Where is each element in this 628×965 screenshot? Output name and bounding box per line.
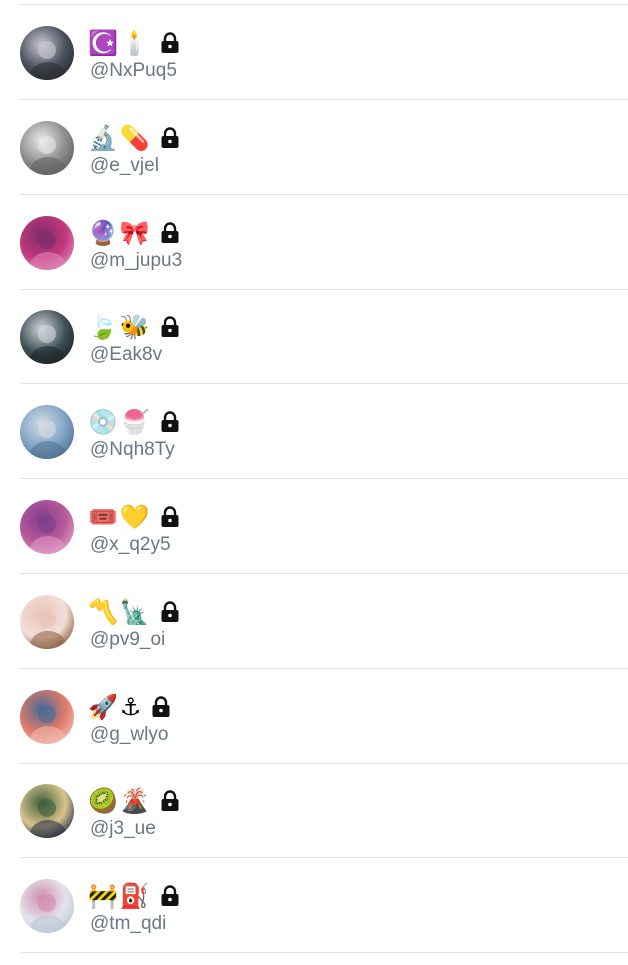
lock-icon [160, 885, 180, 907]
display-name: 〽️🗽 [88, 596, 180, 628]
display-name-emoji: 🚀⚓ [88, 692, 144, 721]
lock-icon [160, 411, 180, 433]
list-item[interactable]: 🍃🐝 @Eak8v [0, 289, 628, 385]
username-handle: @x_q2y5 [90, 534, 171, 555]
display-name-emoji: 🚧⛽ [88, 882, 152, 911]
list-item[interactable]: 🎟️💛 @x_q2y5 [0, 479, 628, 574]
lock-icon [160, 506, 180, 528]
username-handle: @Eak8v [90, 344, 163, 366]
display-name: 🥝🌋 [88, 785, 180, 817]
display-name: 🍃🐝 [88, 311, 180, 343]
display-name-emoji: 🥝🌋 [88, 787, 152, 816]
username-handle: @Nqh8Ty [90, 439, 175, 461]
lock-icon [160, 221, 180, 244]
avatar[interactable] [20, 879, 74, 934]
avatar[interactable] [20, 405, 74, 460]
list-item[interactable]: 🔬💊 @e_vjel [0, 100, 628, 195]
display-name: 🚧⛽ [88, 880, 180, 912]
list-item[interactable]: 🚧⛽ @tm_qdi [0, 858, 628, 954]
list-item[interactable]: 🔮🎀 @m_jupu3 [0, 195, 628, 290]
avatar[interactable] [20, 26, 74, 80]
display-name-emoji: 🍃🐝 [88, 313, 152, 342]
avatar[interactable] [20, 784, 74, 839]
avatar[interactable] [20, 500, 74, 554]
username-handle: @m_jupu3 [90, 249, 183, 271]
display-name-emoji: 🔬💊 [88, 123, 152, 152]
username-handle: @g_wlyo [90, 723, 169, 745]
list-item[interactable]: 〽️🗽 @pv9_oi [0, 574, 628, 669]
display-name-emoji: 🔮🎀 [88, 218, 152, 247]
username-handle: @e_vjel [90, 154, 159, 176]
display-name-emoji: 🎟️💛 [88, 503, 152, 531]
display-name-emoji: 〽️🗽 [88, 597, 152, 626]
username-handle: @tm_qdi [90, 913, 167, 935]
display-name: 🚀⚓ [88, 691, 171, 723]
display-name: 🔬💊 [88, 122, 180, 154]
avatar[interactable] [20, 215, 74, 270]
divider [20, 952, 628, 954]
display-name: ☪️🕯️ [88, 27, 180, 59]
username-handle: @j3_ue [90, 818, 156, 840]
display-name-emoji: 💿🍧 [88, 408, 152, 437]
display-name-emoji: ☪️🕯️ [88, 29, 152, 57]
username-handle: @pv9_oi [90, 628, 166, 650]
username-handle: @NxPuq5 [90, 60, 177, 81]
lock-icon [151, 695, 171, 718]
display-name: 💿🍧 [88, 406, 180, 438]
list-item[interactable]: 🥝🌋 @j3_ue [0, 763, 628, 859]
avatar[interactable] [20, 689, 74, 744]
avatar[interactable] [20, 120, 74, 175]
lock-icon [160, 32, 180, 54]
avatar[interactable] [20, 310, 74, 365]
account-list: ☪️🕯️ @NxPuq5 🔬💊 @e_vjel 🔮🎀 @m_jupu3 🍃🐝 @Eak8v 💿🍧… [0, 0, 628, 965]
list-item[interactable]: ☪️🕯️ @NxPuq5 [0, 5, 628, 100]
lock-icon [160, 316, 180, 338]
list-item[interactable]: 💿🍧 @Nqh8Ty [0, 384, 628, 480]
lock-icon [160, 601, 180, 623]
avatar[interactable] [20, 594, 74, 649]
display-name: 🔮🎀 [88, 217, 180, 249]
lock-icon [160, 790, 180, 812]
list-item[interactable]: 🚀⚓ @g_wlyo [0, 669, 628, 764]
display-name: 🎟️💛 [88, 501, 180, 533]
lock-icon [160, 127, 180, 149]
